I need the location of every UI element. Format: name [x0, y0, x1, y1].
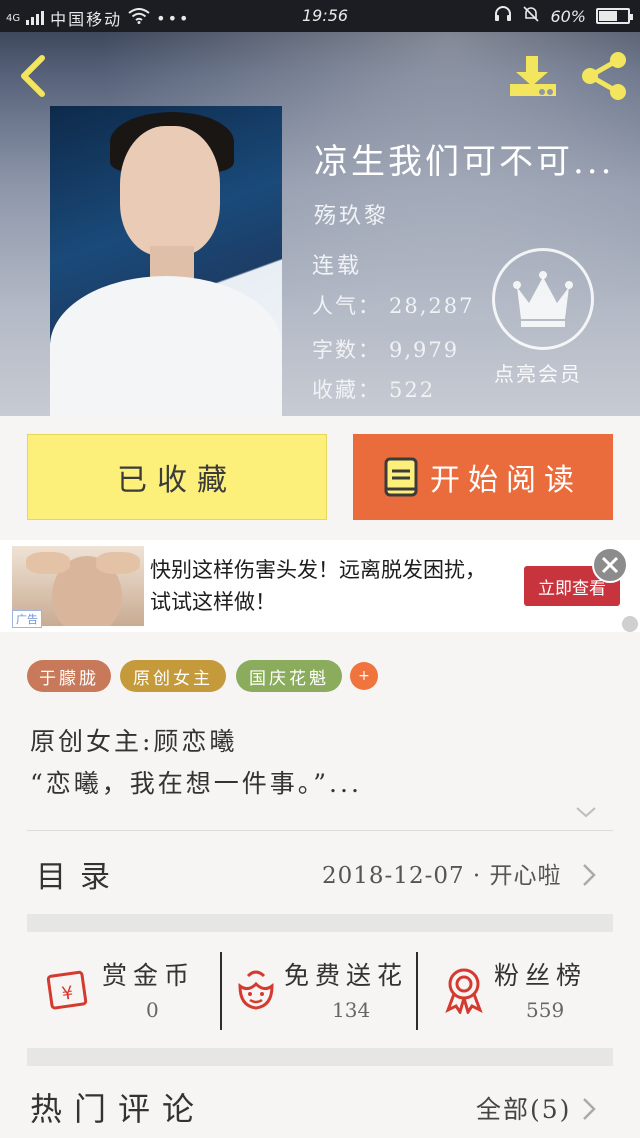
battery-icon	[596, 8, 633, 24]
popularity-value: 28,287	[389, 294, 475, 318]
description-line: 原创女主:顾恋曦	[30, 727, 238, 756]
book-cover-image[interactable]	[50, 106, 282, 416]
tag-label: 于朦胧	[39, 668, 99, 689]
flower-icon	[238, 970, 274, 1010]
ad-close-button[interactable]	[592, 547, 628, 583]
divider	[220, 952, 222, 1030]
mute-bell-icon	[522, 5, 540, 27]
share-button[interactable]	[578, 50, 630, 102]
reward-value: 0	[146, 998, 159, 1022]
reward-value: 134	[332, 998, 371, 1022]
chevron-right-icon	[583, 1098, 596, 1120]
signal-icon	[26, 11, 45, 25]
red-envelope-icon: ¥	[46, 970, 88, 1010]
crown-icon	[513, 271, 573, 327]
tag-label: 原创女主	[133, 668, 213, 689]
tag-chip[interactable]: 于朦胧	[27, 660, 111, 692]
popularity-stat: 人气： 28,287	[312, 290, 474, 320]
network-indicator: 4G	[6, 12, 21, 24]
back-arrow-icon	[21, 55, 45, 97]
download-button[interactable]	[506, 54, 560, 100]
word-count-stat: 字数： 9,979	[312, 334, 459, 364]
divider	[416, 952, 418, 1030]
chevron-down-icon	[576, 807, 596, 818]
favorites-label: 收藏：	[312, 378, 381, 402]
book-status: 连载	[312, 254, 363, 279]
back-button[interactable]	[16, 52, 56, 100]
ad-text[interactable]: 快别这样伤害头发！远离脱发困扰，试试这样做！	[150, 554, 500, 618]
start-reading-label: 开始阅读	[430, 463, 582, 498]
start-reading-button[interactable]: 开始阅读	[353, 434, 613, 520]
toc-label: 目录	[36, 860, 124, 895]
favorites-value: 522	[389, 378, 436, 402]
reward-coin-button[interactable]: ¥ 赏金币 0	[44, 948, 214, 1034]
more-notifications-icon: •••	[156, 8, 191, 28]
close-icon	[601, 556, 619, 574]
book-author[interactable]: 殇玖黎	[314, 198, 389, 230]
tag-chip[interactable]: 国庆花魁	[236, 660, 342, 692]
reward-value: 559	[526, 998, 565, 1022]
headphones-icon	[494, 5, 512, 27]
book-title: 凉生我们可不可...	[314, 142, 615, 182]
collected-button[interactable]: 已收藏	[27, 434, 327, 520]
vip-label[interactable]: 点亮会员	[494, 358, 582, 387]
reward-label: 赏金币	[102, 961, 196, 990]
word-count-value: 9,979	[389, 338, 460, 362]
book-detail-page: { "status_bar": { "network": "4G", "carr…	[0, 0, 640, 1138]
ad-tag: 广告	[12, 610, 42, 628]
svg-text:¥: ¥	[60, 982, 74, 1004]
tag-label: 国庆花魁	[249, 668, 329, 689]
vip-button[interactable]	[492, 248, 594, 350]
add-tag-button[interactable]: +	[350, 662, 378, 690]
carrier-label: 中国移动	[50, 10, 123, 29]
share-icon	[582, 52, 626, 100]
reward-label: 免费送花	[284, 961, 409, 990]
divider	[27, 830, 613, 831]
download-icon	[510, 56, 556, 96]
latest-chapter: 2018-12-07 · 开心啦	[322, 863, 562, 889]
favorites-stat: 收藏： 522	[312, 374, 435, 404]
word-count-label: 字数：	[312, 338, 381, 362]
section-separator	[27, 1048, 613, 1066]
section-separator	[27, 914, 613, 932]
fan-ranking-button[interactable]: 粉丝榜 559	[440, 948, 610, 1034]
reward-label: 粉丝榜	[494, 961, 588, 990]
collected-label: 已收藏	[117, 463, 237, 498]
expand-description-button[interactable]	[574, 800, 598, 824]
battery-percent: 60%	[550, 6, 586, 26]
all-comments-label: 全部(5)	[476, 1095, 572, 1124]
book-icon	[384, 457, 418, 497]
hot-comments-title: 热门评论	[30, 1090, 207, 1128]
send-flower-button[interactable]: 免费送花 134	[232, 948, 412, 1034]
clock: 19:56	[302, 6, 349, 25]
status-bar: 4G 中国移动 ••• 19:56 60%	[0, 0, 640, 32]
chevron-right-icon	[583, 864, 596, 886]
ad-info-icon[interactable]	[622, 616, 638, 632]
tag-chip[interactable]: 原创女主	[120, 660, 226, 692]
description-line: “恋曦，我在想一件事。”...	[30, 769, 362, 798]
medal-icon	[445, 968, 483, 1014]
popularity-label: 人气：	[312, 294, 381, 318]
wifi-icon	[128, 8, 150, 28]
